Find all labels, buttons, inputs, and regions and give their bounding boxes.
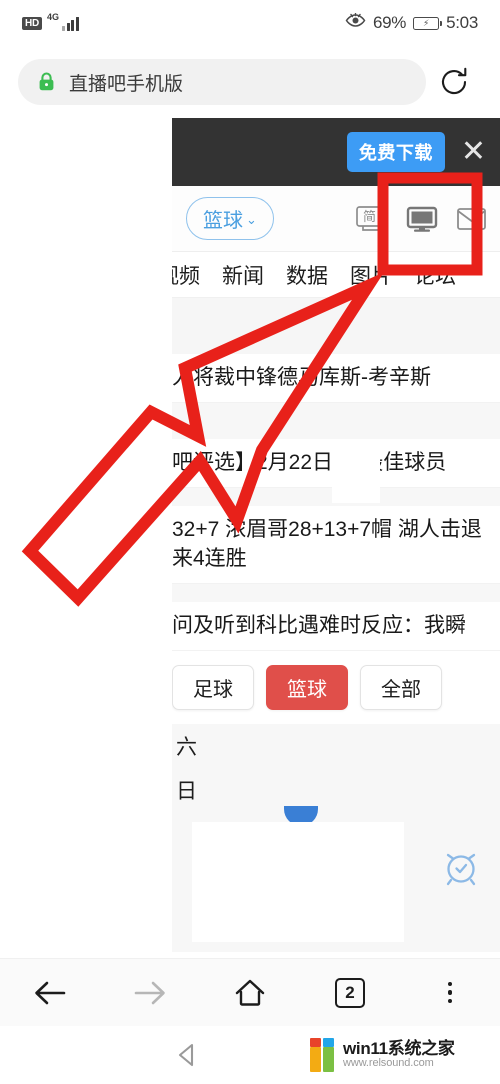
schedule-row-sunday[interactable]: 日 [172, 768, 500, 813]
chevron-down-icon: ⌄ [246, 211, 257, 227]
status-bar-right: 69% ⚡ 5:03 [345, 12, 478, 33]
menu-button[interactable] [400, 981, 500, 1004]
list-item[interactable]: 32+7 浓眉哥28+13+7帽 湖人击退 来4连胜 [172, 505, 500, 585]
battery-percent-label: 69% [372, 13, 407, 32]
network-type-label: 4G [47, 12, 60, 22]
simplified-chinese-icon[interactable]: 简 [354, 203, 390, 235]
schedule-row-saturday[interactable]: 六 [172, 724, 500, 769]
app-promo-banner: 免费下载 ✕ [172, 118, 500, 186]
site-header: 篮球 ⌄ 简 [172, 186, 500, 252]
hd-badge: HD [22, 16, 43, 30]
tab-switcher-button[interactable]: 2 [300, 977, 400, 1008]
filter-chip-basketball[interactable]: 篮球 [266, 665, 348, 711]
news-title: 问及听到科比遇难时反应：我瞬 [172, 614, 466, 638]
phone-screen: HD 4G 69% ⚡ 5:03 直播吧手机版 免费下载 ✕ 篮球 ⌄ 简 频 … [0, 0, 500, 1084]
content-occluder [332, 443, 380, 503]
watermark-url: www.relsound.com [343, 1057, 434, 1070]
webview-content: 免费下载 ✕ 篮球 ⌄ 简 频 新闻 数据 图片 论坛 人将裁中锋德马库斯-考辛… [172, 118, 500, 958]
site-nav-tabs: 视频 新闻 数据 图片 论坛 [172, 252, 500, 298]
news-title: 人将裁中锋德马库斯-考辛斯 [172, 366, 431, 389]
schedule-day-label: 日 [176, 780, 197, 804]
envelope-mail-icon[interactable] [454, 203, 490, 235]
home-icon [235, 979, 265, 1006]
arrow-left-icon [35, 981, 66, 1004]
more-vertical-icon [447, 981, 453, 1004]
arrow-right-icon [134, 981, 165, 1004]
list-spacer [172, 402, 500, 439]
match-card[interactable] [172, 806, 500, 953]
clock-label: 5:03 [446, 13, 478, 32]
filter-chip-row: 足球 篮球 全部 [172, 651, 500, 725]
free-download-button[interactable]: 免费下载 [346, 132, 445, 172]
signal-bars-icon [62, 16, 79, 31]
news-title: 32+7 浓眉哥28+13+7帽 湖人击退 来4连胜 [172, 517, 482, 571]
triangle-back-icon [178, 1043, 193, 1067]
nav-tab-video[interactable]: 视频 [172, 260, 200, 290]
header-icon-group: 简 [354, 203, 492, 235]
filter-chip-football[interactable]: 足球 [172, 665, 254, 711]
filter-chip-all[interactable]: 全部 [360, 665, 442, 711]
match-card-body [192, 822, 404, 943]
back-button[interactable] [0, 978, 100, 1008]
android-back-button-2[interactable] [125, 1040, 250, 1070]
watermark-badge: win11系统之家 www.relsound.com [296, 1026, 496, 1084]
lock-icon [38, 72, 55, 92]
watermark-text: win11系统之家 www.relsound.com [343, 1040, 455, 1069]
reload-icon[interactable] [426, 54, 482, 110]
list-item[interactable]: 问及听到科比遇难时反应：我瞬 [172, 602, 500, 652]
eye-care-icon [345, 12, 366, 33]
tab-count-badge: 2 [335, 977, 365, 1008]
alarm-clock-icon[interactable] [440, 846, 482, 893]
close-icon[interactable]: ✕ [457, 137, 490, 167]
list-item[interactable]: 人将裁中锋德马库斯-考辛斯 [172, 354, 500, 403]
sport-selector-dropdown[interactable]: 篮球 ⌄ [186, 197, 274, 240]
svg-text:简: 简 [363, 209, 376, 224]
browser-toolbar: 2 [0, 958, 500, 1026]
list-spacer [172, 584, 500, 603]
sport-selector-label: 篮球 [203, 210, 243, 232]
nav-tab-photos[interactable]: 图片 [350, 260, 392, 290]
nav-tab-news[interactable]: 新闻 [222, 260, 264, 290]
battery-charging-icon: ⚡ [413, 16, 443, 30]
status-bar-left: HD 4G [22, 12, 79, 31]
url-bar[interactable]: 直播吧手机版 [18, 59, 426, 105]
nav-tab-data[interactable]: 数据 [286, 260, 328, 290]
schedule-day-label: 六 [176, 736, 197, 760]
forward-button[interactable] [100, 978, 200, 1008]
content-gap [172, 298, 500, 354]
watermark-logo-icon [310, 1038, 334, 1072]
schedule-section: 六 日 [172, 724, 500, 953]
url-text: 直播吧手机版 [69, 73, 184, 95]
desktop-monitor-icon[interactable] [404, 203, 440, 235]
status-bar: HD 4G 69% ⚡ 5:03 [0, 0, 500, 46]
nav-tab-forum[interactable]: 论坛 [414, 260, 456, 290]
home-button[interactable] [200, 977, 300, 1009]
address-bar: 直播吧手机版 [0, 46, 500, 118]
watermark-title: win11系统之家 [343, 1039, 455, 1059]
battery-bolt-glyph: ⚡ [422, 17, 430, 28]
